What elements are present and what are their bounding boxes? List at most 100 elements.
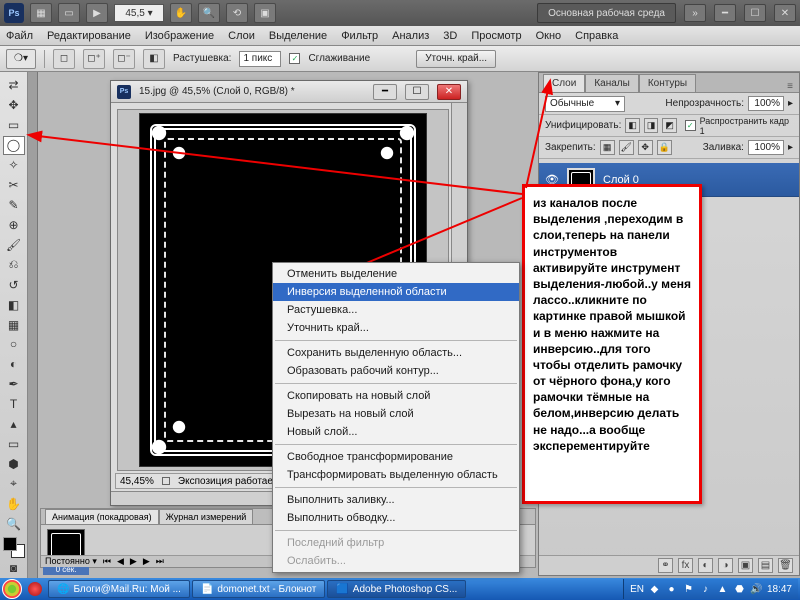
lock-trans-icon[interactable]: ▦ (600, 140, 615, 155)
trash-icon[interactable]: 🗑 (778, 558, 793, 573)
tray-icon[interactable]: ◆ (648, 583, 661, 596)
task-btn-notepad[interactable]: 📄 domonet.txt - Блокнот (192, 580, 325, 598)
ctx-item[interactable]: Выполнить обводку... (273, 509, 519, 527)
prev-frame-icon[interactable]: ◀ (117, 556, 124, 567)
ctx-item[interactable]: Вырезать на новый слой (273, 405, 519, 423)
menu-file[interactable]: Файл (6, 30, 33, 42)
crop-tool[interactable]: ✂ (3, 176, 25, 195)
window-max-icon[interactable]: ☐ (744, 4, 766, 22)
ctx-item[interactable]: Сохранить выделенную область... (273, 344, 519, 362)
menu-analysis[interactable]: Анализ (392, 30, 429, 42)
menu-filter[interactable]: Фильтр (341, 30, 378, 42)
antialias-checkbox[interactable]: ✓ (289, 53, 300, 64)
propagate-checkbox[interactable]: ✓ (685, 120, 696, 131)
marquee-tool[interactable]: ▭ (3, 116, 25, 135)
menu-view[interactable]: Просмотр (471, 30, 521, 42)
eraser-tool[interactable]: ◧ (3, 295, 25, 314)
history-brush-tool[interactable]: ↺ (3, 275, 25, 294)
lang-indicator[interactable]: EN (630, 584, 644, 595)
dodge-tool[interactable]: ◐ (3, 355, 25, 374)
sub-selection-icon[interactable]: ◻⁻ (113, 49, 135, 69)
panel-menu-icon[interactable]: ≡ (781, 81, 799, 92)
move-tool[interactable]: ✥ (3, 96, 25, 115)
extras-icon[interactable]: ▣ (254, 3, 276, 23)
menu-window[interactable]: Окно (536, 30, 562, 42)
ctx-item[interactable]: Растушевка... (273, 301, 519, 319)
ctx-item[interactable]: Инверсия выделенной области (273, 283, 519, 301)
tray-icon[interactable]: ▲ (716, 583, 729, 596)
tab-layers[interactable]: Слои (543, 74, 585, 92)
start-button-icon[interactable] (2, 579, 22, 599)
ctx-item[interactable]: Новый слой... (273, 423, 519, 441)
magic-wand-tool[interactable]: ✧ (3, 156, 25, 175)
ctx-item[interactable]: Отменить выделение (273, 265, 519, 283)
quickmask-icon[interactable]: ◙ (3, 559, 25, 578)
lock-move-icon[interactable]: ✥ (638, 140, 653, 155)
active-tool-preset[interactable]: ❍▾ (6, 49, 36, 69)
rotate-view-icon[interactable]: ⟲ (226, 3, 248, 23)
first-frame-icon[interactable]: ⏮ (103, 556, 111, 567)
menu-image[interactable]: Изображение (145, 30, 214, 42)
color-swatch[interactable] (3, 537, 25, 558)
last-frame-icon[interactable]: ⏭ (156, 556, 164, 567)
menu-3d[interactable]: 3D (443, 30, 457, 42)
bridge-icon[interactable]: ▦ (30, 3, 52, 23)
type-tool[interactable]: T (3, 395, 25, 414)
ctx-item[interactable]: Уточнить край... (273, 319, 519, 337)
opacity-arrow-icon[interactable]: ▸ (788, 98, 793, 109)
lock-all-icon[interactable]: 🔒 (657, 140, 672, 155)
task-btn-browser[interactable]: 🌐 Блоги@Mail.Ru: Мой ... (48, 580, 190, 598)
brush-tool[interactable]: 🖌 (3, 235, 25, 254)
gradient-tool[interactable]: ▦ (3, 315, 25, 334)
tab-animation[interactable]: Анимация (покадровая) (45, 509, 159, 524)
doc-max-icon[interactable]: ☐ (405, 84, 429, 100)
tray-icon[interactable]: ● (665, 583, 678, 596)
document-titlebar[interactable]: Ps 15.jpg @ 45,5% (Слой 0, RGB/8) * ━ ☐ … (111, 81, 467, 103)
window-min-icon[interactable]: ━ (714, 4, 736, 22)
opera-icon[interactable] (28, 582, 42, 596)
unify-pos-icon[interactable]: ◧ (625, 118, 640, 133)
blend-mode-dropdown[interactable]: Обычные▾ (545, 96, 625, 112)
ctx-item[interactable]: Образовать рабочий контур... (273, 362, 519, 380)
doc-close-icon[interactable]: ✕ (437, 84, 461, 100)
refine-edge-button[interactable]: Уточн. край... (416, 50, 496, 68)
play-icon[interactable]: ▶ (130, 556, 137, 567)
lasso-tool[interactable]: ◯ (3, 136, 25, 155)
next-frame-icon[interactable]: ▶ (143, 556, 150, 567)
hand-tool[interactable]: ✋ (3, 494, 25, 513)
tab-measurements[interactable]: Журнал измерений (159, 509, 254, 524)
lock-paint-icon[interactable]: 🖌 (619, 140, 634, 155)
ctx-item[interactable]: Трансформировать выделенную область (273, 466, 519, 484)
add-selection-icon[interactable]: ◻⁺ (83, 49, 105, 69)
window-close-icon[interactable]: ✕ (774, 4, 796, 22)
zoom-icon[interactable]: 🔍 (198, 3, 220, 23)
fill-field[interactable]: 100% (748, 140, 784, 155)
tray-icon[interactable]: ⚑ (682, 583, 695, 596)
menu-select[interactable]: Выделение (269, 30, 327, 42)
ctx-item[interactable]: Выполнить заливку... (273, 491, 519, 509)
feather-field[interactable]: 1 пикс (239, 51, 281, 67)
status-zoom[interactable]: 45,45% (120, 476, 154, 487)
hand-icon[interactable]: ✋ (170, 3, 192, 23)
tray-icon[interactable]: ⬣ (733, 583, 746, 596)
task-btn-photoshop[interactable]: 🟦 Adobe Photoshop CS... (327, 580, 466, 598)
eyedropper-tool[interactable]: ✎ (3, 196, 25, 215)
3d-camera-tool[interactable]: ⌖ (3, 474, 25, 493)
stamp-tool[interactable]: ⎌ (3, 255, 25, 274)
tab-paths[interactable]: Контуры (639, 74, 696, 92)
blur-tool[interactable]: ○ (3, 335, 25, 354)
new-layer-icon[interactable]: ▤ (758, 558, 773, 573)
3d-tool[interactable]: ⬢ (3, 455, 25, 474)
opacity-field[interactable]: 100% (748, 96, 784, 111)
ctx-item[interactable]: Свободное трансформирование (273, 448, 519, 466)
menu-edit[interactable]: Редактирование (47, 30, 131, 42)
volume-icon[interactable]: 🔊 (750, 583, 763, 596)
screen-mode-icon[interactable]: ▭ (58, 3, 80, 23)
fx-icon[interactable]: fx (678, 558, 693, 573)
zoom-tool[interactable]: 🔍 (3, 514, 25, 533)
new-selection-icon[interactable]: ◻ (53, 49, 75, 69)
ctx-item[interactable]: Скопировать на новый слой (273, 387, 519, 405)
tab-channels[interactable]: Каналы (585, 74, 639, 92)
group-icon[interactable]: ▣ (738, 558, 753, 573)
zoom-level-field[interactable]: 45,5 ▾ (114, 4, 164, 22)
